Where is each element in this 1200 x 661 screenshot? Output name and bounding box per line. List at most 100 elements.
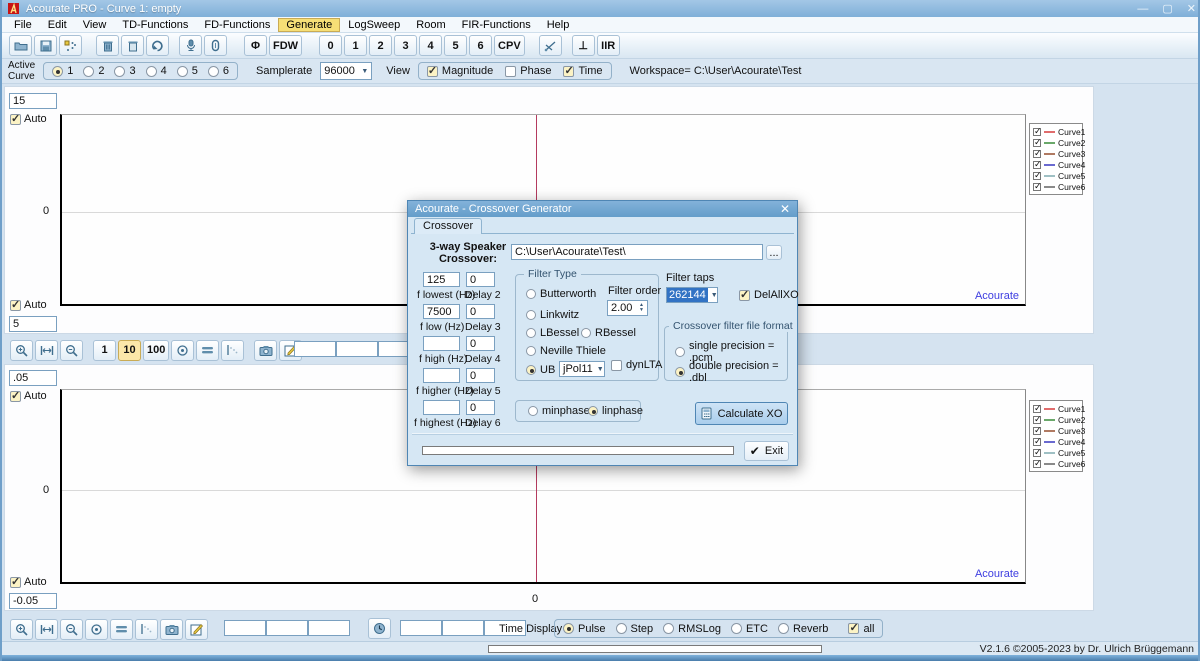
delay4-input[interactable] bbox=[466, 336, 495, 351]
curve4-visible-checkbox[interactable] bbox=[1033, 161, 1041, 169]
butterworth-radio[interactable] bbox=[526, 289, 536, 299]
curve-0-button[interactable]: 0 bbox=[319, 35, 342, 56]
delallxo-checkbox[interactable] bbox=[739, 290, 750, 301]
ub-radio[interactable] bbox=[526, 365, 536, 375]
curve6-visible-checkbox[interactable] bbox=[1033, 460, 1041, 468]
rmslog-radio[interactable] bbox=[663, 623, 674, 634]
minphase-radio[interactable] bbox=[528, 406, 538, 416]
curve-5-button[interactable]: 5 bbox=[444, 35, 467, 56]
bt-readout-3[interactable] bbox=[308, 620, 350, 636]
all-checkbox[interactable] bbox=[848, 623, 859, 634]
lbessel-radio[interactable] bbox=[526, 328, 536, 338]
curve1-visible-checkbox[interactable] bbox=[1033, 128, 1041, 136]
delay5-input[interactable] bbox=[466, 368, 495, 383]
curve2-visible-checkbox[interactable] bbox=[1033, 139, 1041, 147]
curve-4-button[interactable]: 4 bbox=[419, 35, 442, 56]
tab-crossover[interactable]: Crossover bbox=[414, 218, 482, 234]
top-auto-lower-checkbox[interactable] bbox=[10, 300, 21, 311]
neville-thiele-radio[interactable] bbox=[526, 346, 536, 356]
dialog-title-bar[interactable]: Acourate - Crossover Generator ✕ bbox=[408, 201, 797, 217]
bt-readout-4[interactable] bbox=[400, 620, 442, 636]
curve4-visible-checkbox[interactable] bbox=[1033, 438, 1041, 446]
mid-zoom-100-button[interactable]: 100 bbox=[143, 340, 169, 361]
mid-zoom-in-button[interactable] bbox=[10, 340, 33, 361]
single-precision-radio[interactable] bbox=[675, 347, 685, 357]
curve-2-button[interactable]: 2 bbox=[369, 35, 392, 56]
f-low-input[interactable] bbox=[423, 304, 460, 319]
bottom-ymax-input[interactable] bbox=[9, 370, 57, 386]
mid-flatten-button[interactable] bbox=[196, 340, 219, 361]
mid-cursor-button[interactable] bbox=[171, 340, 194, 361]
open-folder-button[interactable] bbox=[9, 35, 32, 56]
clip-button[interactable] bbox=[204, 35, 227, 56]
mid-readout-1[interactable] bbox=[294, 341, 336, 357]
curve-manager-button[interactable] bbox=[59, 35, 82, 56]
delay6-input[interactable] bbox=[466, 400, 495, 415]
curve5-visible-checkbox[interactable] bbox=[1033, 172, 1041, 180]
curve3-visible-checkbox[interactable] bbox=[1033, 150, 1041, 158]
mid-zoom-out-button[interactable] bbox=[60, 340, 83, 361]
filter-taps-select[interactable]: 262144 ▼ bbox=[666, 287, 718, 303]
bottom-ymin-input[interactable] bbox=[9, 593, 57, 609]
mid-readout-2[interactable] bbox=[336, 341, 378, 357]
bt-flatten-button[interactable] bbox=[110, 619, 133, 640]
menu-logsweep[interactable]: LogSweep bbox=[340, 18, 408, 32]
bt-spectrum-button[interactable] bbox=[135, 619, 158, 640]
menu-fd-functions[interactable]: FD-Functions bbox=[196, 18, 278, 32]
bt-edit-button[interactable] bbox=[185, 619, 208, 640]
delay2-input[interactable] bbox=[466, 272, 495, 287]
bt-readout-5[interactable] bbox=[442, 620, 484, 636]
filter-order-spinner[interactable]: 2.00 ▲ ▼ bbox=[607, 300, 648, 316]
linkwitz-radio[interactable] bbox=[526, 310, 536, 320]
bt-snapshot-button[interactable] bbox=[160, 619, 183, 640]
bt-fit-width-button[interactable] bbox=[35, 619, 58, 640]
curve-radio-1[interactable] bbox=[52, 66, 63, 77]
phase-button[interactable]: Φ bbox=[244, 35, 267, 56]
mid-fit-width-button[interactable] bbox=[35, 340, 58, 361]
samplerate-select[interactable]: 96000 ▼ bbox=[320, 62, 372, 80]
cpv-button[interactable]: CPV bbox=[494, 35, 525, 56]
iir-button[interactable]: IIR bbox=[597, 35, 620, 56]
browse-button[interactable]: ... bbox=[766, 245, 782, 260]
bt-readout-1[interactable] bbox=[224, 620, 266, 636]
curve-1-button[interactable]: 1 bbox=[344, 35, 367, 56]
f-high-input[interactable] bbox=[423, 336, 460, 351]
rbessel-radio[interactable] bbox=[581, 328, 591, 338]
bt-zoom-in-button[interactable] bbox=[10, 619, 33, 640]
menu-td-functions[interactable]: TD-Functions bbox=[114, 18, 196, 32]
curve1-visible-checkbox[interactable] bbox=[1033, 405, 1041, 413]
reverb-radio[interactable] bbox=[778, 623, 789, 634]
crossover-path-input[interactable] bbox=[511, 244, 763, 260]
menu-room[interactable]: Room bbox=[408, 18, 453, 32]
mid-zoom-10-button[interactable]: 10 bbox=[118, 340, 141, 361]
perpendicular-button[interactable]: ⊥ bbox=[572, 35, 595, 56]
curve3-visible-checkbox[interactable] bbox=[1033, 427, 1041, 435]
top-auto-upper-checkbox[interactable] bbox=[10, 114, 21, 125]
menu-view[interactable]: View bbox=[75, 18, 115, 32]
top-ymax-input[interactable] bbox=[9, 93, 57, 109]
double-precision-radio[interactable] bbox=[675, 367, 685, 377]
menu-generate[interactable]: Generate bbox=[278, 18, 340, 32]
menu-edit[interactable]: Edit bbox=[40, 18, 75, 32]
curve-radio-3[interactable] bbox=[114, 66, 125, 77]
step-radio[interactable] bbox=[616, 623, 627, 634]
f-higher-input[interactable] bbox=[423, 368, 460, 383]
curve-radio-4[interactable] bbox=[146, 66, 157, 77]
f-lowest-input[interactable] bbox=[423, 272, 460, 287]
mid-spectrum-button[interactable] bbox=[221, 340, 244, 361]
mid-snapshot-button[interactable] bbox=[254, 340, 277, 361]
curve6-visible-checkbox[interactable] bbox=[1033, 183, 1041, 191]
dialog-close-icon[interactable]: ✕ bbox=[780, 202, 790, 216]
menu-fir-functions[interactable]: FIR-Functions bbox=[454, 18, 539, 32]
curve-3-button[interactable]: 3 bbox=[394, 35, 417, 56]
undo-button[interactable] bbox=[146, 35, 169, 56]
linphase-radio[interactable] bbox=[588, 406, 598, 416]
bt-clock-button[interactable] bbox=[368, 618, 391, 639]
curve-radio-2[interactable] bbox=[83, 66, 94, 77]
save-button[interactable] bbox=[34, 35, 57, 56]
f-highest-input[interactable] bbox=[423, 400, 460, 415]
pulse-radio[interactable] bbox=[563, 623, 574, 634]
cut-tool-button[interactable] bbox=[539, 35, 562, 56]
spinner-down-icon[interactable]: ▼ bbox=[639, 308, 644, 313]
dynlta-checkbox[interactable] bbox=[611, 360, 622, 371]
